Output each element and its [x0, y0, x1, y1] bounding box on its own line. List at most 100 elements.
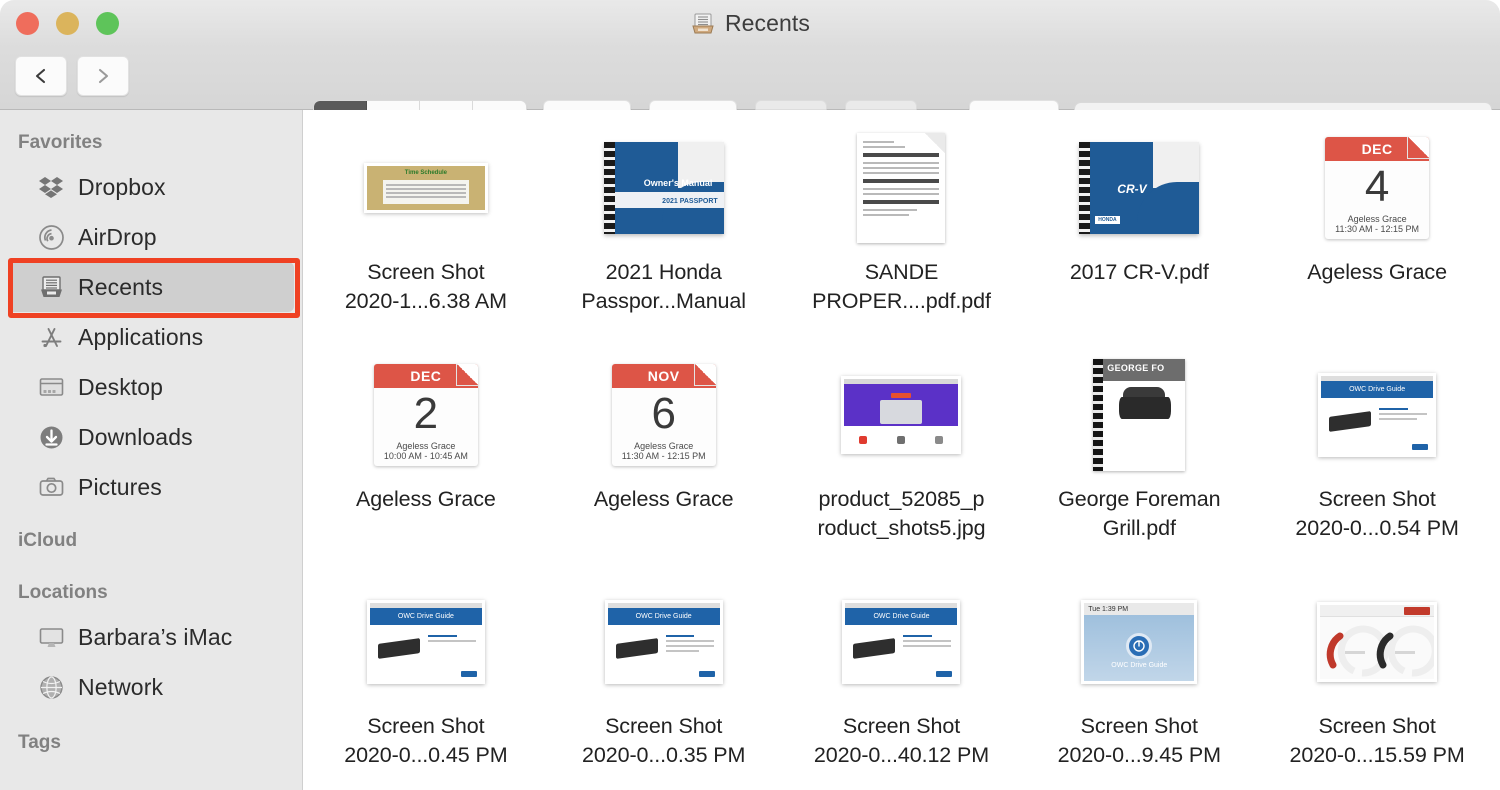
sidebar-section-header-tags: Tags — [0, 712, 302, 762]
file-name: Ageless Grace — [594, 485, 734, 514]
file-item[interactable]: Owner's Manual 2021 PASSPORT 2021 HondaP… — [545, 118, 783, 345]
file-thumbnail: Owner's Manual 2021 PASSPORT — [545, 118, 783, 258]
file-item[interactable]: DEC 4 Ageless Grace 11:30 AM - 12:15 PM … — [1258, 118, 1496, 345]
file-name: Ageless Grace — [356, 485, 496, 514]
file-thumbnail: OWC Drive Guide — [545, 572, 783, 712]
file-thumbnail — [1258, 572, 1496, 712]
tan-screenshot-thumbnail: Time Schedule — [364, 163, 488, 213]
downloads-icon — [37, 423, 65, 451]
sidebar-item-airdrop[interactable]: AirDrop — [8, 212, 294, 262]
window-body: Favorites Dropbox — [0, 110, 1500, 790]
honda-passport-manual-thumbnail: Owner's Manual 2021 PASSPORT — [604, 142, 724, 234]
file-name: SANDEPROPER....pdf.pdf — [812, 258, 991, 315]
sidebar-section-header-locations: Locations — [0, 560, 302, 612]
file-item[interactable]: OWC Drive Guide Screen Shot2020-0...0.45… — [307, 572, 545, 790]
title-bar: Recents — [0, 0, 1500, 48]
file-grid: Time Schedule Screen Shot2020-1...6.38 A… — [303, 110, 1500, 790]
page-title: Recents — [725, 10, 810, 37]
file-thumbnail: GEORGE FO — [1020, 345, 1258, 485]
file-name: Screen Shot2020-0...0.54 PM — [1295, 485, 1458, 542]
file-thumbnail: Tue 1:39 PM OWC Drive Guide — [1020, 572, 1258, 712]
back-button[interactable] — [15, 56, 67, 96]
file-thumbnail: OWC Drive Guide — [307, 572, 545, 712]
file-item[interactable]: CR-V HONDA 2017 CR-V.pdf — [1020, 118, 1258, 345]
window-title-group: Recents — [0, 10, 1500, 37]
forward-button[interactable] — [77, 56, 129, 96]
file-item[interactable]: OWC Drive Guide Screen Shot2020-0...0.35… — [545, 572, 783, 790]
calendar-event-title: Ageless Grace — [612, 441, 716, 451]
file-thumbnail: OWC Drive Guide — [1258, 345, 1496, 485]
sidebar-item-label: Applications — [78, 324, 203, 351]
sidebar-item-recents[interactable]: Recents — [8, 262, 294, 312]
sidebar-item-network[interactable]: Network — [8, 662, 294, 712]
sidebar-item-pictures[interactable]: Pictures — [8, 462, 294, 512]
file-name: Screen Shot2020-0...15.59 PM — [1289, 712, 1464, 769]
navigation-button-group — [15, 56, 129, 96]
sidebar-item-label: Dropbox — [78, 174, 166, 201]
calendar-event-time: 11:30 AM - 12:15 PM — [612, 451, 716, 461]
sidebar-item-desktop[interactable]: Desktop — [8, 362, 294, 412]
toolbar: Search — [0, 48, 1500, 110]
sidebar-item-label: AirDrop — [78, 224, 157, 251]
chevron-right-icon — [93, 66, 113, 86]
owc-drive-guide-thumbnail: OWC Drive Guide — [605, 600, 723, 684]
desktop-screenshot-thumbnail: Tue 1:39 PM OWC Drive Guide — [1081, 600, 1197, 684]
file-item[interactable]: GEORGE FO George ForemanGrill.pdf — [1020, 345, 1258, 572]
calendar-event-time: 10:00 AM - 10:45 AM — [374, 451, 478, 461]
menubar-clock: Tue 1:39 PM — [1088, 606, 1128, 613]
recents-tray-icon — [690, 11, 716, 37]
owc-drive-guide-thumbnail: OWC Drive Guide — [1318, 373, 1436, 457]
file-item[interactable]: Time Schedule Screen Shot2020-1...6.38 A… — [307, 118, 545, 345]
power-gear-icon — [1132, 639, 1146, 653]
file-item[interactable]: product_52085_product_shots5.jpg — [783, 345, 1021, 572]
file-name: Screen Shot2020-1...6.38 AM — [345, 258, 507, 315]
calendar-event-thumbnail: DEC 2 Ageless Grace 10:00 AM - 10:45 AM — [374, 364, 478, 466]
file-item[interactable]: Tue 1:39 PM OWC Drive Guide — [1020, 572, 1258, 790]
finder-window: Recents — [0, 0, 1500, 790]
file-thumbnail: NOV 6 Ageless Grace 11:30 AM - 12:15 PM — [545, 345, 783, 485]
file-thumbnail — [783, 118, 1021, 258]
recents-tray-icon — [37, 273, 65, 301]
manual-cover-title: GEORGE FO — [1107, 363, 1164, 373]
file-name: product_52085_product_shots5.jpg — [817, 485, 985, 542]
desktop-icon — [37, 373, 65, 401]
sidebar-item-applications[interactable]: Applications — [8, 312, 294, 362]
file-item[interactable]: Screen Shot2020-0...15.59 PM — [1258, 572, 1496, 790]
file-item[interactable]: SANDEPROPER....pdf.pdf — [783, 118, 1021, 345]
file-name: George ForemanGrill.pdf — [1058, 485, 1220, 542]
calendar-day: 2 — [374, 392, 478, 436]
file-thumbnail — [783, 345, 1021, 485]
sidebar-item-label: Barbara’s iMac — [78, 624, 232, 651]
file-name: Screen Shot2020-0...0.35 PM — [582, 712, 745, 769]
file-thumbnail: CR-V HONDA — [1020, 118, 1258, 258]
desktop-app-label: OWC Drive Guide — [1111, 662, 1167, 669]
pictures-icon — [37, 473, 65, 501]
sidebar-item-label: Network — [78, 674, 163, 701]
chevron-left-icon — [31, 66, 51, 86]
owc-header-title: OWC Drive Guide — [845, 608, 957, 625]
owc-header-title: OWC Drive Guide — [608, 608, 720, 625]
george-foreman-manual-thumbnail: GEORGE FO — [1093, 359, 1185, 471]
sidebar-item-dropbox[interactable]: Dropbox — [8, 162, 294, 212]
sidebar-item-label: Recents — [78, 274, 163, 301]
file-item[interactable]: OWC Drive Guide Screen Shot2020-0...0.54… — [1258, 345, 1496, 572]
imac-icon — [37, 623, 65, 651]
airdrop-icon — [37, 223, 65, 251]
calendar-event-thumbnail: NOV 6 Ageless Grace 11:30 AM - 12:15 PM — [612, 364, 716, 466]
sidebar-item-label: Downloads — [78, 424, 193, 451]
calendar-day: 6 — [612, 392, 716, 436]
calendar-event-title: Ageless Grace — [1325, 214, 1429, 224]
file-item[interactable]: OWC Drive Guide Screen Shot2020-0...40.1… — [783, 572, 1021, 790]
owc-drive-guide-thumbnail: OWC Drive Guide — [842, 600, 960, 684]
sidebar-item-downloads[interactable]: Downloads — [8, 412, 294, 462]
file-item[interactable]: DEC 2 Ageless Grace 10:00 AM - 10:45 AM … — [307, 345, 545, 572]
file-thumbnail: DEC 4 Ageless Grace 11:30 AM - 12:15 PM — [1258, 118, 1496, 258]
file-grid-area[interactable]: Time Schedule Screen Shot2020-1...6.38 A… — [303, 110, 1500, 790]
sidebar-section-header-icloud: iCloud — [0, 512, 302, 560]
owc-header-title: OWC Drive Guide — [370, 608, 482, 625]
file-item[interactable]: NOV 6 Ageless Grace 11:30 AM - 12:15 PM … — [545, 345, 783, 572]
file-thumbnail: OWC Drive Guide — [783, 572, 1021, 712]
web-page-screenshot-thumbnail — [841, 376, 961, 454]
calendar-day: 4 — [1325, 165, 1429, 209]
sidebar-item-barbaras-imac[interactable]: Barbara’s iMac — [8, 612, 294, 662]
